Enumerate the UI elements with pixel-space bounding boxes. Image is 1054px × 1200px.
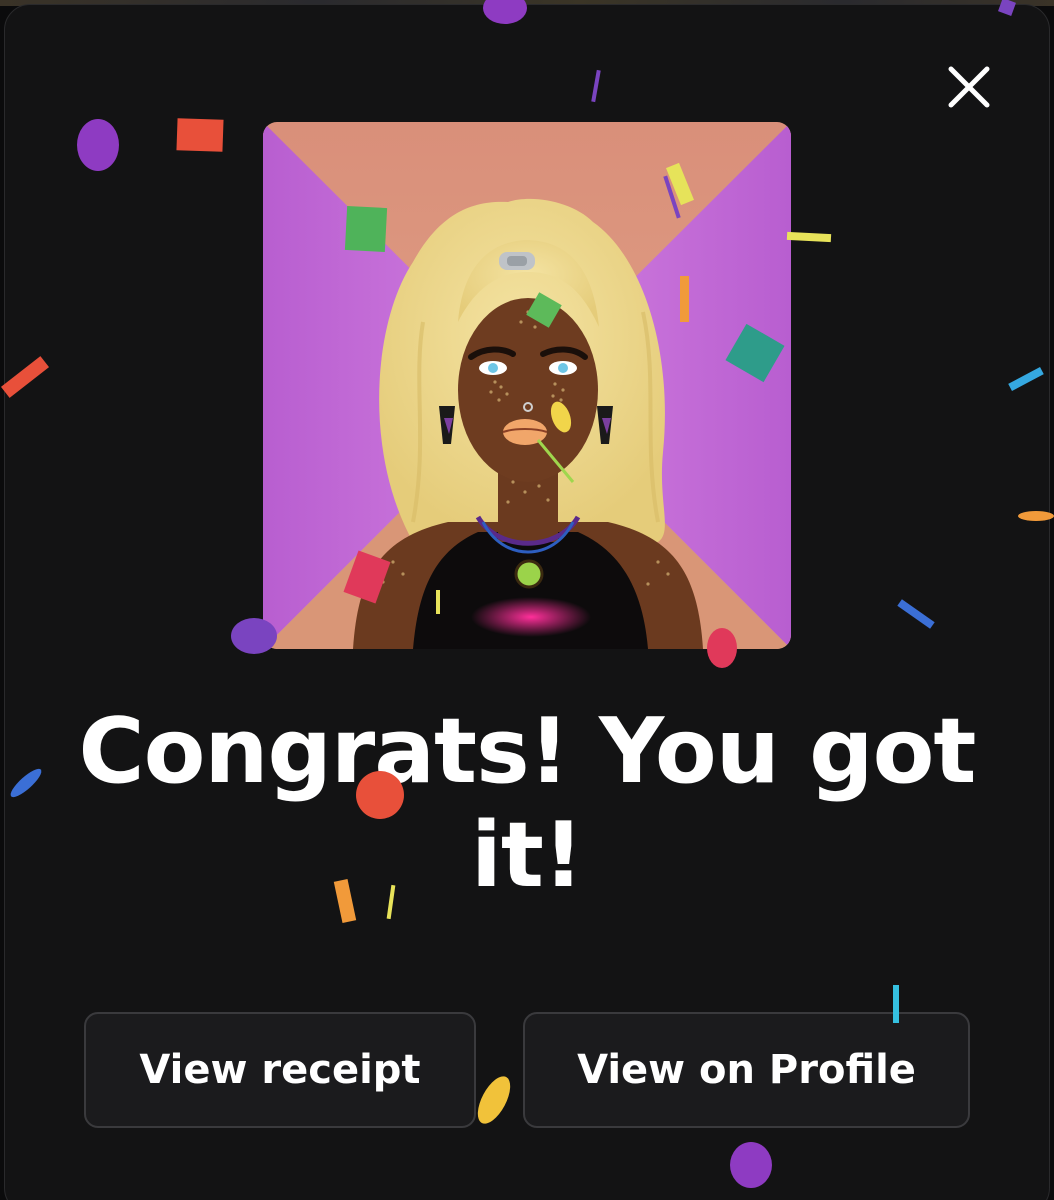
view-receipt-button[interactable]: View receipt (84, 1012, 476, 1128)
portrait-illustration (263, 122, 791, 649)
close-button[interactable] (944, 62, 994, 112)
nft-artwork (263, 122, 791, 649)
close-icon (948, 66, 990, 108)
screen: Congrats! You got it! View receipt View … (0, 0, 1054, 1200)
view-on-profile-button[interactable]: View on Profile (523, 1012, 970, 1128)
success-headline: Congrats! You got it! (78, 699, 977, 908)
